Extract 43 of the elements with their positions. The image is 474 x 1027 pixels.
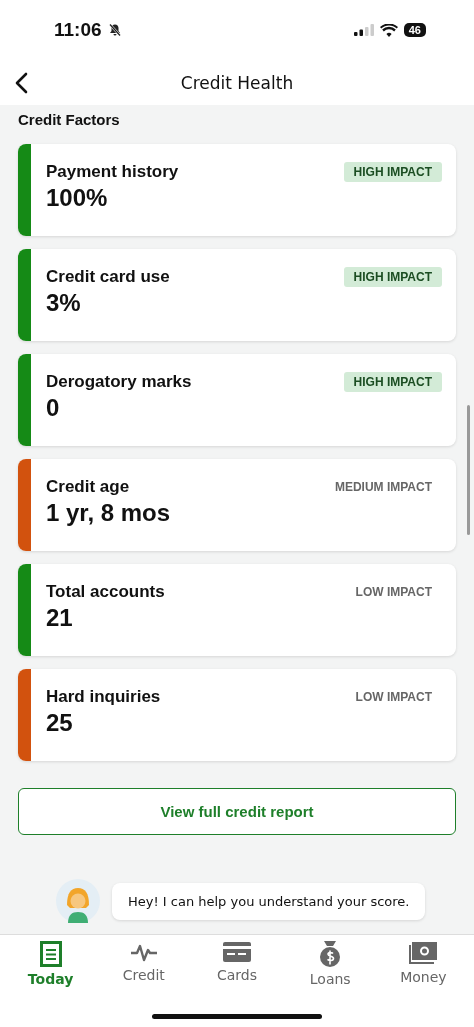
wifi-icon xyxy=(379,23,398,37)
factor-value: 0 xyxy=(46,394,61,422)
factor-value: 3% xyxy=(46,289,82,317)
impact-badge: HIGH IMPACT xyxy=(343,267,442,287)
impact-label: LOW IMPACT xyxy=(354,689,433,706)
factor-value: 1 yr, 8 mos xyxy=(46,499,171,527)
factor-card[interactable]: Total accounts 21 LOW IMPACT xyxy=(18,564,456,656)
nav-tab[interactable]: Loans xyxy=(283,935,377,999)
money-bag-icon xyxy=(318,941,343,967)
nav-tab[interactable]: Money xyxy=(376,935,470,999)
impact-badge: HIGH IMPACT xyxy=(343,162,442,182)
status-time: 11:06 xyxy=(54,19,102,41)
factor-card[interactable]: Credit card use 3% HIGH IMPACT xyxy=(18,249,456,341)
factor-value: 21 xyxy=(46,604,74,632)
nav-tab[interactable]: Cards xyxy=(190,935,284,999)
banknote-icon xyxy=(409,941,438,965)
factor-name: Payment history xyxy=(46,162,179,182)
factor-name: Credit age xyxy=(46,477,131,497)
factor-card[interactable]: Hard inquiries 25 LOW IMPACT xyxy=(18,669,456,761)
document-icon xyxy=(39,941,62,967)
factor-card[interactable]: Payment history 100% HIGH IMPACT xyxy=(18,144,456,236)
factor-card[interactable]: Derogatory marks 0 HIGH IMPACT xyxy=(18,354,456,446)
assistant-avatar[interactable] xyxy=(56,879,100,923)
assistant-message: Hey! I can help you understand your score. xyxy=(112,882,426,920)
factor-card[interactable]: Credit age 1 yr, 8 mos MEDIUM IMPACT xyxy=(18,459,456,551)
factor-name: Credit card use xyxy=(46,267,170,287)
screen-title: Credit Health xyxy=(180,72,294,93)
battery-indicator: 46 xyxy=(403,23,426,37)
impact-label: MEDIUM IMPACT xyxy=(333,479,433,496)
section-title: Credit Factors xyxy=(18,110,120,128)
factor-value: 25 xyxy=(46,709,74,737)
view-report-button[interactable]: View full credit report xyxy=(18,788,456,835)
impact-badge: HIGH IMPACT xyxy=(343,372,442,392)
impact-label: LOW IMPACT xyxy=(354,584,433,601)
factor-value: 100% xyxy=(46,184,109,212)
factor-name: Total accounts xyxy=(46,582,165,602)
factor-name: Hard inquiries xyxy=(46,687,161,707)
nav-tab[interactable]: Today xyxy=(4,935,98,999)
factor-name: Derogatory marks xyxy=(46,372,192,392)
card-icon xyxy=(223,941,251,963)
nav-tab[interactable]: Credit xyxy=(97,935,191,999)
muted-bell-icon xyxy=(107,23,122,37)
signal-icon xyxy=(353,24,374,36)
